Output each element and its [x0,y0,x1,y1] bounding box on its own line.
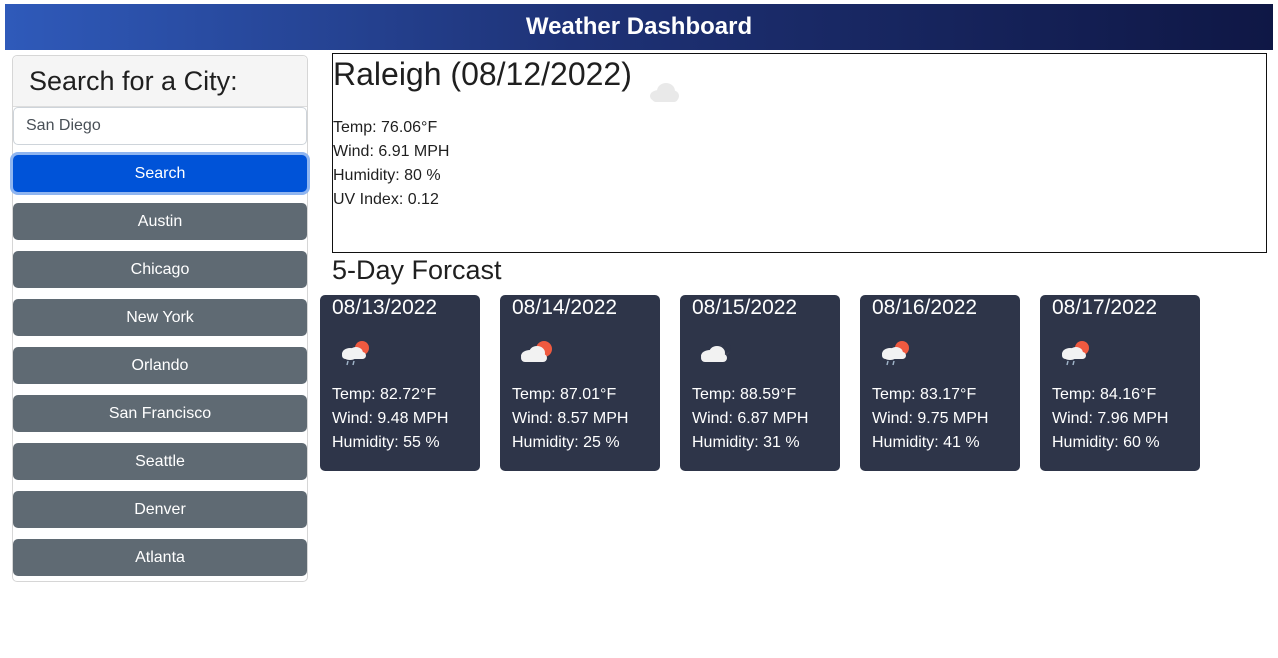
history-button-san-francisco[interactable]: San Francisco [13,395,307,432]
forecast-stats: Temp: 84.16°F Wind: 7.96 MPH Humidity: 6… [1052,383,1168,455]
forecast-date: 08/13/2022 [332,296,438,319]
forecast-wind: Wind: 8.57 MPH [512,410,629,427]
app-title: Weather Dashboard [525,13,753,40]
forecast-card: 08/17/2022 Temp: 84.16°F Wind: 7.96 MPH … [1040,295,1200,471]
forecast-humidity: Humidity: 41 % [872,434,980,451]
sidebar-header: Search for a City: [13,56,307,107]
app-header: Weather Dashboard [5,4,1273,50]
current-humidity: Humidity: 80 % [333,167,441,184]
current-wind: Wind: 6.91 MPH [333,143,450,160]
forecast-temp: Temp: 82.72°F [332,386,437,403]
current-uv-index: UV Index: 0.12 [333,191,439,208]
forecast-humidity: Humidity: 25 % [512,434,620,451]
forecast-humidity: Humidity: 31 % [692,434,800,451]
history-button-seattle[interactable]: Seattle [13,443,307,480]
current-stats: Temp: 76.06°F Wind: 6.91 MPH Humidity: 8… [333,116,449,212]
search-sidebar: Search for a City: Search Austin Chicago… [12,55,308,582]
search-button[interactable]: Search [13,155,307,192]
forecast-date: 08/16/2022 [872,296,978,319]
forecast-temp: Temp: 87.01°F [512,386,617,403]
rain-sun-icon [1056,337,1092,372]
forecast-date: 08/14/2022 [512,296,618,319]
forecast-date: 08/15/2022 [692,296,798,319]
forecast-card: 08/14/2022 Temp: 87.01°F Wind: 8.57 MPH … [500,295,660,471]
history-button-new-york[interactable]: New York [13,299,307,336]
forecast-wind: Wind: 9.48 MPH [332,410,449,427]
forecast-wind: Wind: 6.87 MPH [692,410,809,427]
forecast-temp: Temp: 83.17°F [872,386,977,403]
forecast-stats: Temp: 87.01°F Wind: 8.57 MPH Humidity: 2… [512,383,628,455]
forecast-title: 5-Day Forcast [332,255,502,285]
forecast-temp: Temp: 84.16°F [1052,386,1157,403]
history-button-atlanta[interactable]: Atlanta [13,539,307,576]
forecast-card: 08/15/2022 Temp: 88.59°F Wind: 6.87 MPH … [680,295,840,471]
night-cloud-icon [696,337,736,372]
current-weather-panel: Raleigh (08/12/2022) Temp: 76.06°F Wind:… [332,53,1267,253]
rain-sun-icon [876,337,912,372]
forecast-humidity: Humidity: 55 % [332,434,440,451]
forecast-wind: Wind: 7.96 MPH [1052,410,1169,427]
forecast-card: 08/13/2022 Temp: 82.72°F Wind: 9.48 MPH … [320,295,480,471]
rain-sun-icon [336,337,372,372]
current-temp: Temp: 76.06°F [333,119,438,136]
forecast-stats: Temp: 88.59°F Wind: 6.87 MPH Humidity: 3… [692,383,808,455]
forecast-temp: Temp: 88.59°F [692,386,797,403]
forecast-stats: Temp: 82.72°F Wind: 9.48 MPH Humidity: 5… [332,383,448,455]
forecast-wind: Wind: 9.75 MPH [872,410,989,427]
history-button-austin[interactable]: Austin [13,203,307,240]
city-search-input[interactable] [13,107,307,145]
current-city-title: Raleigh (08/12/2022) [333,56,632,92]
forecast-humidity: Humidity: 60 % [1052,434,1160,451]
cloud-icon [647,80,681,109]
forecast-card: 08/16/2022 Temp: 83.17°F Wind: 9.75 MPH … [860,295,1020,471]
forecast-date: 08/17/2022 [1052,296,1158,319]
forecast-stats: Temp: 83.17°F Wind: 9.75 MPH Humidity: 4… [872,383,988,455]
partly-cloudy-icon [516,337,556,372]
search-heading: Search for a City: [29,66,238,96]
history-button-denver[interactable]: Denver [13,491,307,528]
history-button-chicago[interactable]: Chicago [13,251,307,288]
history-button-orlando[interactable]: Orlando [13,347,307,384]
